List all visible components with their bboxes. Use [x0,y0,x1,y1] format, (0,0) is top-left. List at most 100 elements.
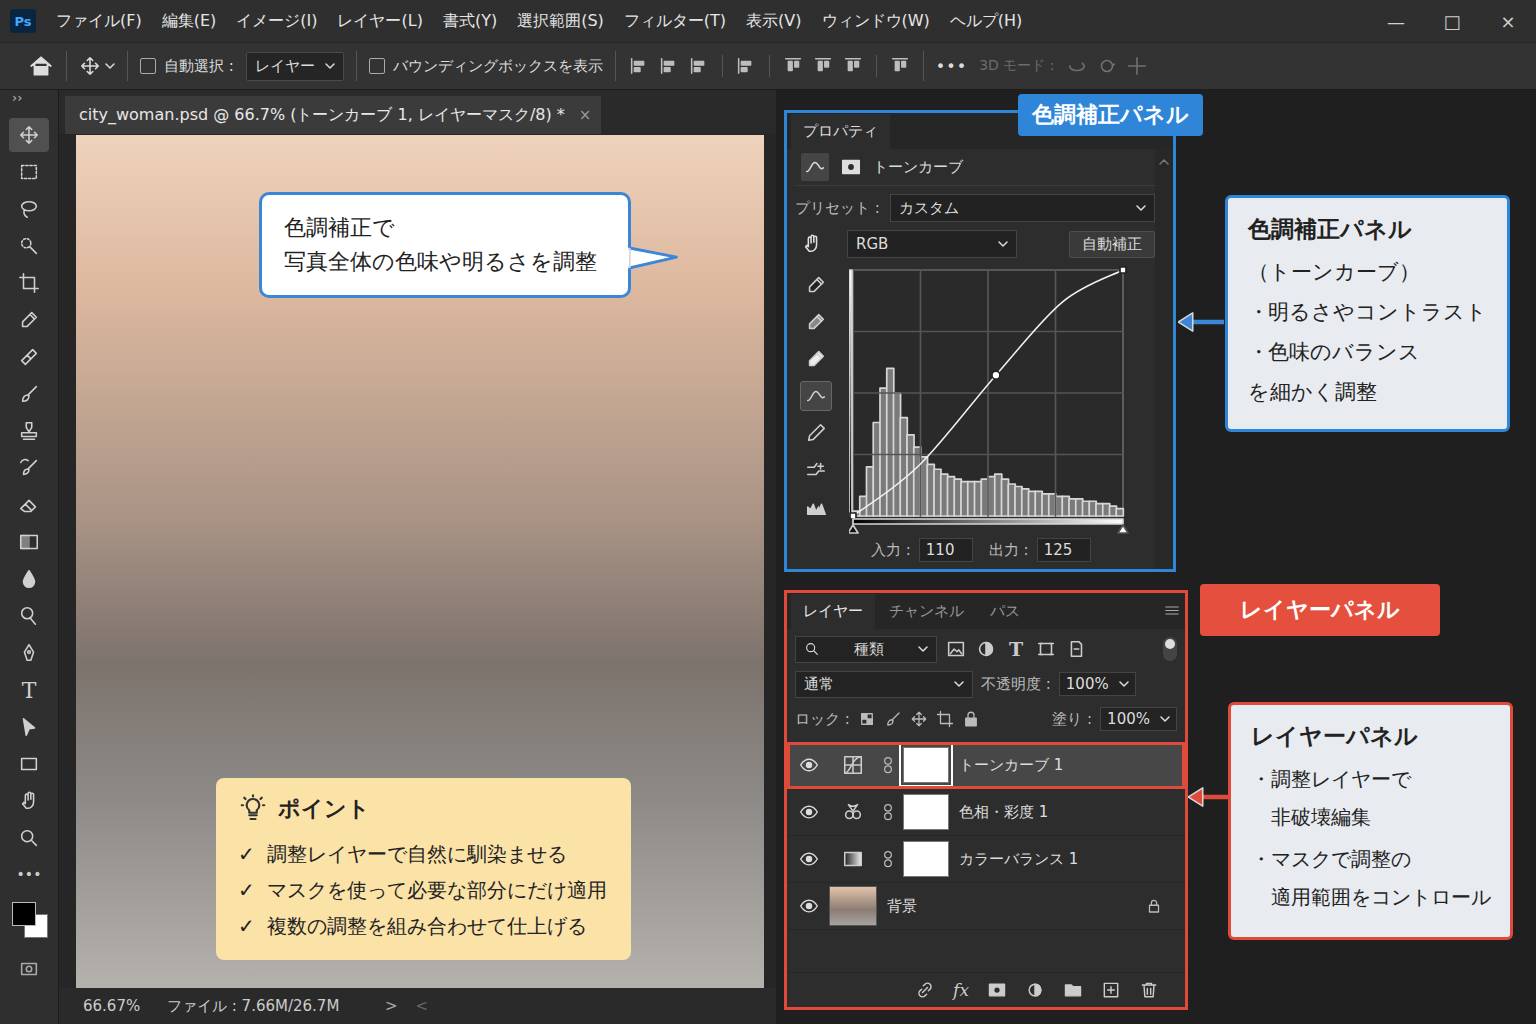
curve-tool-button[interactable] [800,270,832,300]
align-icon[interactable] [688,55,710,77]
mask-icon[interactable] [837,153,865,181]
expand-toolbar-button[interactable]: ›› [0,90,58,118]
curve-graph[interactable] [849,266,1129,534]
visibility-toggle[interactable] [795,755,823,775]
tool-button[interactable] [9,414,49,448]
tool-button[interactable] [9,710,49,744]
link-icon[interactable] [883,802,893,822]
tool-button[interactable] [9,192,49,226]
menu-item[interactable]: 選択範囲(S) [517,11,604,32]
curve-tool-button[interactable] [800,307,832,337]
status-next-button[interactable]: > [385,997,398,1015]
visibility-toggle[interactable] [795,802,823,822]
new-adjustment-icon[interactable] [1025,980,1045,1000]
target-dropdown[interactable]: レイヤー [246,52,344,81]
tool-button[interactable] [9,229,49,263]
app-logo[interactable]: Ps [10,9,36,33]
home-icon[interactable] [28,53,54,79]
window-control-button[interactable]: □ [1424,11,1480,32]
layer-row[interactable]: 背景 [787,883,1185,930]
preset-dropdown[interactable]: カスタム [890,194,1155,222]
type-filter-icon[interactable]: T [1005,638,1027,660]
menu-item[interactable]: フィルター(T) [624,11,726,32]
tool-preset-picker[interactable] [79,55,115,77]
tool-button[interactable] [9,118,49,152]
layer-style-button[interactable]: fx [953,980,969,1000]
layer-row[interactable]: 色相・彩度 1 [787,789,1185,836]
tool-button[interactable] [9,525,49,559]
menu-item[interactable]: レイヤー(L) [337,11,422,32]
lock-brush-icon[interactable] [884,710,902,728]
visibility-toggle[interactable] [795,849,823,869]
photo[interactable]: 色調補正で写真全体の色味や明るさを調整 ポイント ✓ 調整レイヤーで自然に馴染ま… [76,135,764,988]
curve-tool-button[interactable] [800,455,832,485]
tool-button[interactable] [9,747,49,781]
blend-mode-dropdown[interactable]: 通常 [795,671,973,698]
layer-mask-thumbnail[interactable] [903,747,949,783]
tool-button[interactable] [9,451,49,485]
curve-end-point[interactable] [1120,267,1126,273]
adjustment-filter-icon[interactable] [975,638,997,660]
quick-mask-icon[interactable] [18,958,40,980]
checkbox-box[interactable] [140,58,156,74]
filter-dropdown[interactable]: 種類 [795,636,937,663]
lock-transparent-icon[interactable] [858,710,876,728]
tool-button[interactable] [9,303,49,337]
align-icon[interactable] [889,55,911,77]
curve-tool-button[interactable] [800,492,832,522]
tool-button[interactable] [9,155,49,189]
filter-toggle[interactable] [1163,637,1177,661]
tool-button[interactable] [9,340,49,374]
fill-field[interactable]: 100% [1100,707,1177,731]
properties-tab[interactable]: プロパティ [791,114,890,149]
layer-mask-thumbnail[interactable] [903,841,949,877]
lock-position-icon[interactable] [910,710,928,728]
menu-item[interactable]: 表示(V) [746,11,801,32]
curve-point[interactable] [992,371,1000,379]
channel-dropdown[interactable]: RGB [847,230,1017,258]
trash-icon[interactable] [1139,980,1159,1000]
close-tab-button[interactable]: × [579,106,592,124]
input-field[interactable]: 110 [919,538,973,562]
more-options-button[interactable]: ••• [936,57,967,76]
pixel-filter-icon[interactable] [945,638,967,660]
tool-button[interactable] [9,488,49,522]
curve-tool-button[interactable] [800,381,832,411]
tool-button[interactable] [9,562,49,596]
status-prev-button[interactable]: < [416,997,429,1015]
lock-artboard-icon[interactable] [936,710,954,728]
window-control-button[interactable]: × [1480,11,1536,32]
output-field[interactable]: 125 [1037,538,1091,562]
folder-icon[interactable] [1063,980,1083,1000]
align-icon[interactable] [782,55,804,77]
smart-object-filter-icon[interactable] [1065,638,1087,660]
add-mask-icon[interactable] [987,980,1007,1000]
link-icon[interactable] [883,755,893,775]
curves-adjustment-icon[interactable] [801,153,829,181]
tone-curve[interactable] [853,270,1123,516]
panel-menu-icon[interactable] [1165,605,1179,616]
bounding-box-checkbox[interactable]: バウンディングボックスを表示 [369,57,603,76]
layer-row[interactable]: トーンカーブ 1 [787,742,1185,789]
color-swatches[interactable] [9,900,49,942]
tool-button[interactable]: T [9,673,49,707]
align-icon[interactable] [658,55,680,77]
menu-item[interactable]: 編集(E) [162,11,217,32]
align-icon[interactable] [628,55,650,77]
menu-item[interactable]: ファイル(F) [56,11,142,32]
tool-button[interactable] [9,821,49,855]
menu-item[interactable]: ウィンドウ(W) [822,11,930,32]
black-point-slider[interactable] [849,525,858,533]
auto-select-checkbox[interactable]: 自動選択 : [140,57,234,76]
tool-button[interactable] [9,599,49,633]
lock-all-icon[interactable] [962,710,980,728]
layer-mask-thumbnail[interactable] [903,794,949,830]
document-tab[interactable]: city_woman.psd @ 66.7% (トーンカーブ 1, レイヤーマス… [65,96,601,134]
curve-tool-button[interactable] [800,344,832,374]
window-control-button[interactable]: — [1368,11,1424,32]
white-point-slider[interactable] [1118,525,1128,533]
checkbox-box[interactable] [369,58,385,74]
targeted-adjustment-button[interactable] [795,233,829,255]
shape-filter-icon[interactable] [1035,638,1057,660]
foreground-color-swatch[interactable] [12,902,36,926]
